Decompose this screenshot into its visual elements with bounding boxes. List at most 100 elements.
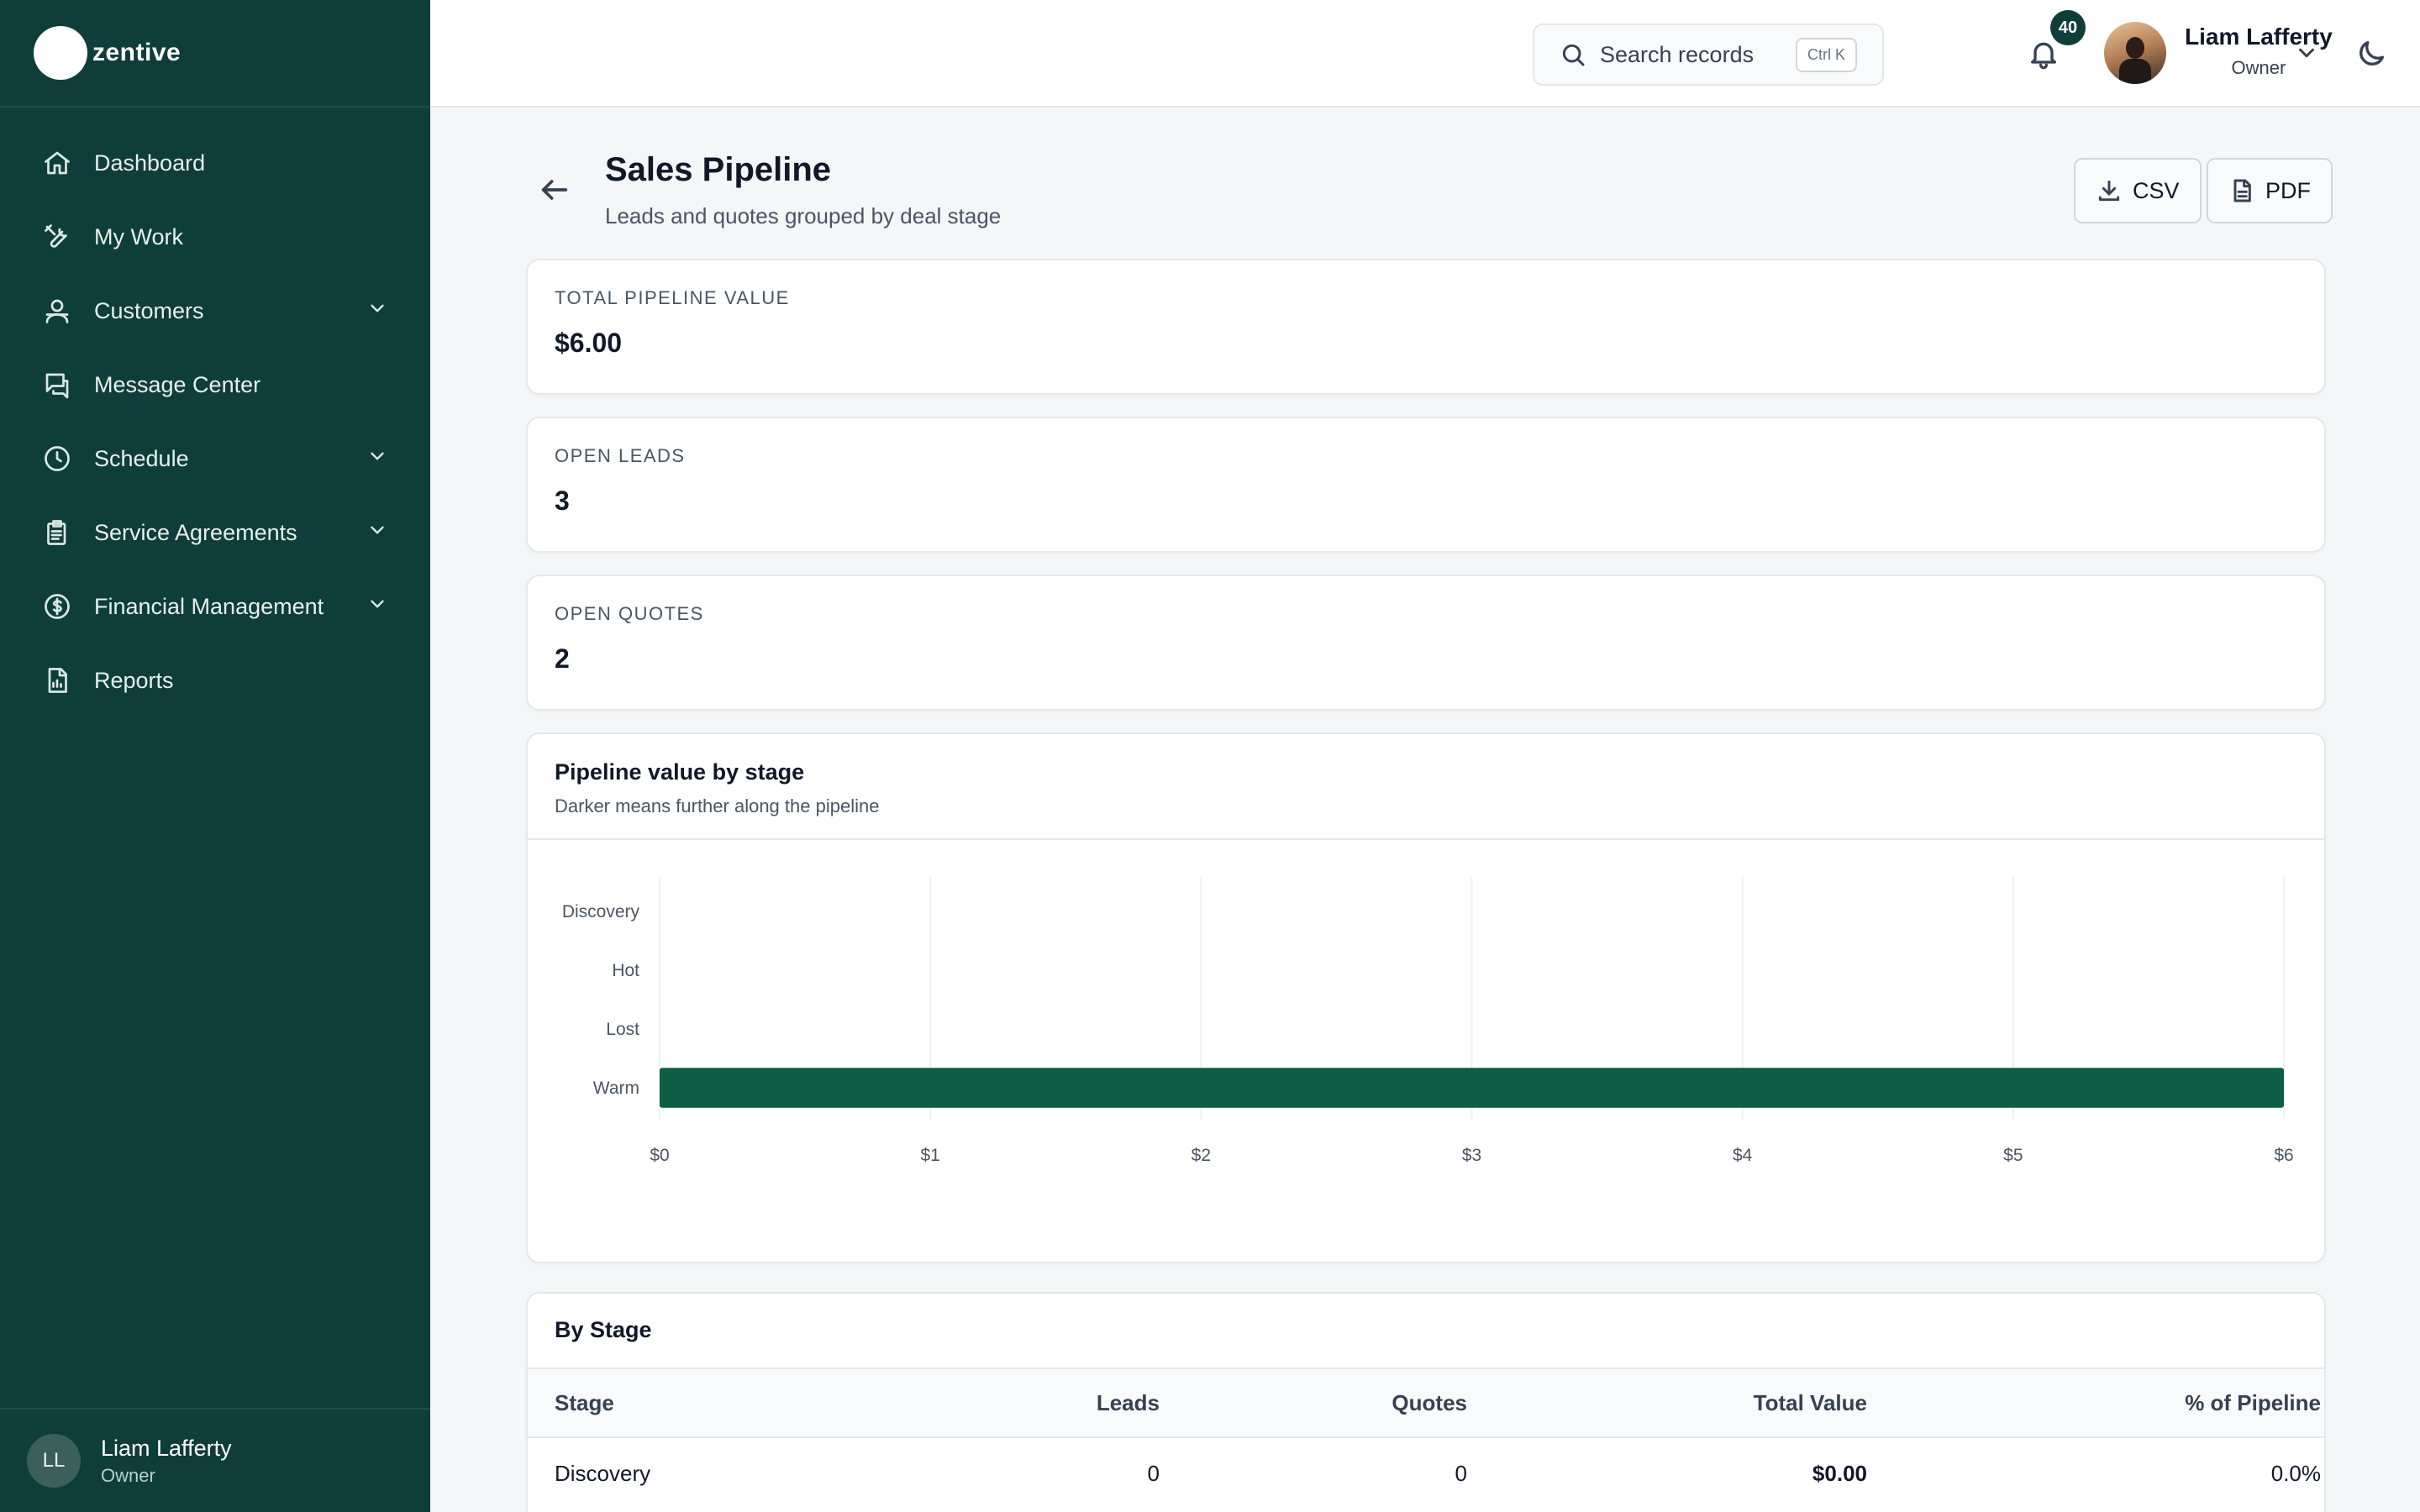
chevron-down-icon [366,593,388,621]
sidebar-item-label: My Work [94,223,183,249]
brand-name: zentive [92,39,182,66]
moon-icon [2360,41,2384,66]
csv-label: CSV [2133,177,2180,203]
y-tick-label: Warm [593,1079,639,1098]
chart-subtitle: Darker means further along the pipeline [555,795,880,816]
sidebar-user-role: Owner [101,1464,155,1486]
stat-open-quotes: OPEN QUOTES 2 [526,575,2326,711]
avatar: LL [27,1434,81,1488]
chevron-down-icon [366,445,388,473]
sidebar-item-label: Dashboard [94,150,206,176]
chevron-down-icon [366,297,388,325]
sidebar-item-reports[interactable]: Reports [0,643,430,717]
sidebar-item-label: Service Agreements [94,519,297,545]
sidebar-item-message-center[interactable]: Message Center [0,348,430,422]
sidebar-item-label: Customers [94,297,204,323]
export-csv-button[interactable]: CSV [2074,158,2202,223]
y-tick-label: Discovery [562,902,640,921]
sidebar-nav: Dashboard My Work Customers Message Cent… [0,108,430,717]
chevron-down-icon [2299,48,2314,58]
x-tick-label: $5 [2003,1146,2023,1165]
pdf-label: PDF [2265,177,2311,203]
stat-value: $6.00 [555,328,623,358]
stat-open-leads: OPEN LEADS 3 [526,417,2326,553]
sidebar-item-label: Financial Management [94,593,324,619]
export-pdf-button[interactable]: PDF [2207,158,2333,223]
main-content: Sales Pipeline Leads and quotes grouped … [526,108,2333,1512]
stat-label: TOTAL PIPELINE VALUE [555,287,790,308]
clipboard-icon [42,517,72,548]
x-tick-label: $3 [1462,1146,1481,1165]
stat-label: OPEN QUOTES [555,603,704,624]
page-title: Sales Pipeline [605,151,832,188]
brand[interactable]: zentive [0,0,430,108]
report-icon [42,665,72,696]
x-tick-label: $6 [2274,1146,2293,1165]
table-header-row: Stage Leads Quotes Total Value % of Pipe… [528,1369,2324,1438]
users-icon [42,296,72,326]
y-tick-label: Lost [606,1020,639,1039]
back-button[interactable] [538,173,571,211]
y-tick-label: Hot [612,961,639,980]
x-tick-label: $1 [920,1146,939,1165]
clock-icon [42,444,72,474]
sidebar-user[interactable]: LL Liam Lafferty Owner [0,1408,430,1512]
home-icon [42,148,72,178]
sidebar-item-financial-management[interactable]: Financial Management [0,570,430,643]
table-cell: 0.0% [2270,1460,2321,1486]
tools-icon [42,222,72,252]
chart-title: Pipeline value by stage [555,759,805,785]
bell-icon [2031,42,2056,70]
user-menu-chevron[interactable] [2294,40,2319,70]
x-tick-label: $4 [1733,1146,1753,1165]
table-cell: 0 [1147,1460,1160,1486]
theme-toggle-button[interactable] [2351,34,2391,74]
avatar[interactable] [2104,22,2166,84]
sidebar-item-label: Schedule [94,445,189,471]
x-tick-label: $0 [650,1146,669,1165]
chat-icon [42,370,72,400]
page-subtitle: Leads and quotes grouped by deal stage [605,203,1002,228]
sidebar-item-label: Reports [94,667,174,693]
pipeline-bar-chart: $0 $1 $2 $3 $4 $5 $6 Discovery Hot Lost Warm [562,877,2294,1165]
column-header[interactable]: Stage [555,1390,992,1416]
sidebar-user-name: Liam Lafferty [101,1435,232,1461]
dollar-icon [42,591,72,622]
column-header[interactable]: % of Pipeline [1867,1390,2321,1416]
column-header[interactable]: Total Value [1467,1390,1867,1416]
stat-label: OPEN LEADS [555,445,686,466]
table-cell: 0 [1455,1460,1467,1486]
sidebar: zentive Dashboard My Work Customers Mess… [0,0,430,1512]
pipeline-chart-card: Pipeline value by stage Darker means fur… [526,732,2326,1263]
sidebar-item-dashboard[interactable]: Dashboard [0,126,430,200]
sidebar-item-schedule[interactable]: Schedule [0,422,430,496]
chart-header: Pipeline value by stage Darker means fur… [528,734,2324,840]
stat-value: 2 [555,643,570,674]
topbar: Search records Ctrl K 40 Liam Lafferty O… [430,0,2420,108]
logo-icon [34,26,87,80]
by-stage-table-card: By Stage Stage Leads Quotes Total Value … [526,1292,2326,1512]
search-icon [1562,44,1585,66]
x-tick-label: $2 [1192,1146,1211,1165]
table-cell: Discovery [555,1460,651,1486]
arrow-left-icon [541,180,568,200]
chart-bar [660,1068,2284,1108]
sidebar-item-service-agreements[interactable]: Service Agreements [0,496,430,570]
download-icon [2098,180,2120,202]
column-header[interactable]: Leads [992,1390,1160,1416]
stat-value: 3 [555,486,570,516]
table-row[interactable]: Discovery 0 0 $0.00 0.0% [528,1438,2324,1509]
sidebar-item-label: Message Center [94,371,261,397]
column-header[interactable]: Quotes [1160,1390,1467,1416]
page-header: Sales Pipeline Leads and quotes grouped … [526,108,2333,259]
notification-count-badge: 40 [2050,10,2086,45]
stat-total-pipeline-value: TOTAL PIPELINE VALUE $6.00 [526,259,2326,395]
sidebar-item-my-work[interactable]: My Work [0,200,430,274]
chevron-down-icon [366,519,388,547]
search-shortcut: Ctrl K [1796,37,1857,72]
sidebar-item-customers[interactable]: Customers [0,274,430,348]
search-input[interactable]: Search records Ctrl K [1533,24,1884,86]
table-title: By Stage [528,1294,2324,1369]
table-cell: $0.00 [1812,1460,1867,1486]
document-icon [2233,179,2251,202]
